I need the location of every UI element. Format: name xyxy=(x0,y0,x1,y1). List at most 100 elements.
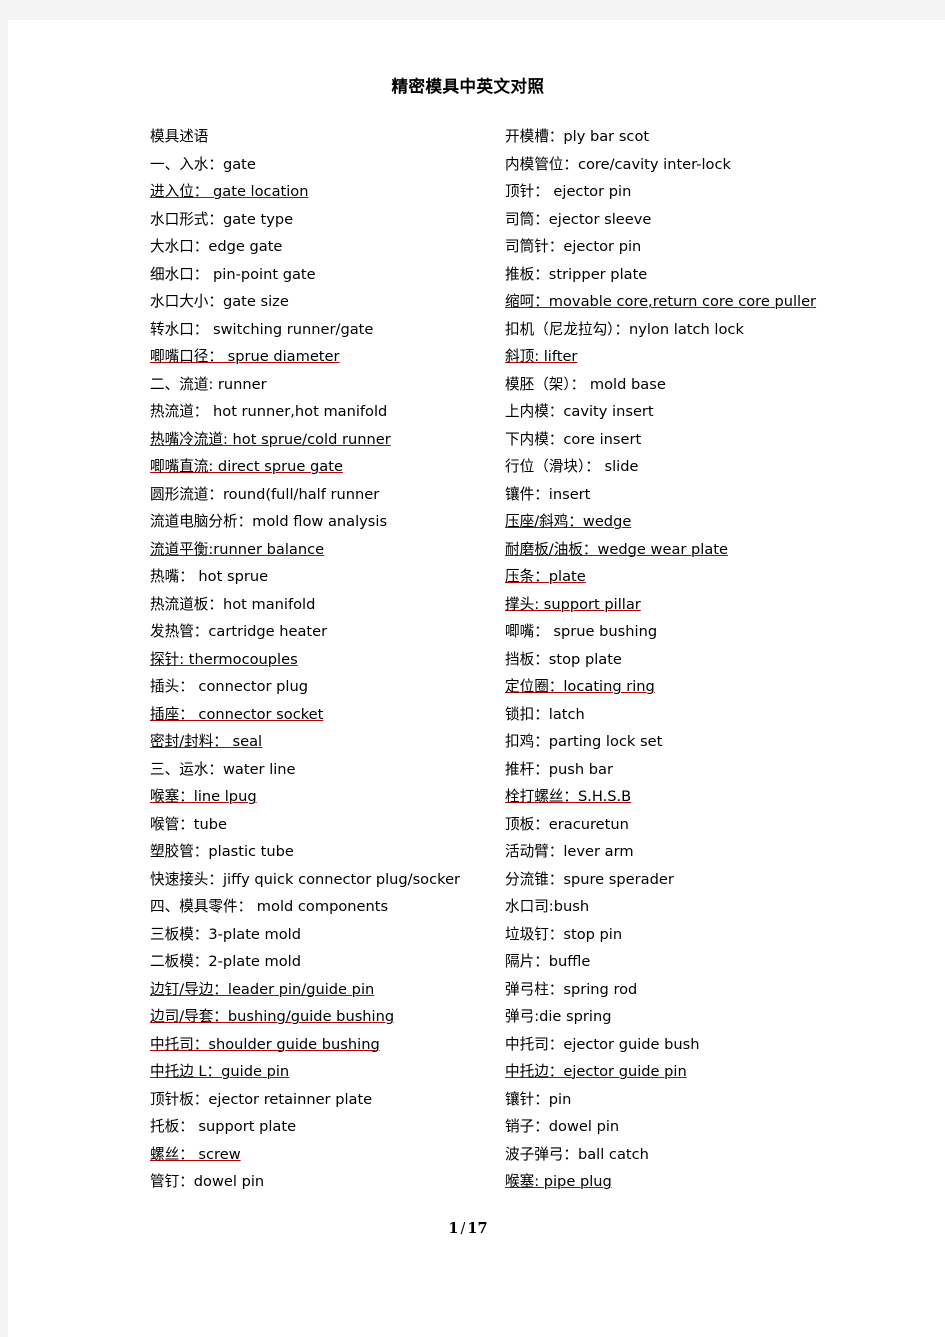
glossary-entry: 中托边：ejector guide pin xyxy=(505,1058,850,1086)
glossary-entry: 管钉：dowel pin xyxy=(150,1168,490,1196)
glossary-entry-text: 斜顶: lifter xyxy=(505,348,578,365)
glossary-entry: 上内模：cavity insert xyxy=(505,398,850,426)
glossary-entry: 喉塞: pipe plug xyxy=(505,1168,850,1196)
glossary-entry: 四、模具零件： mold components xyxy=(150,893,490,921)
glossary-entry-text: 行位（滑块）： slide xyxy=(505,458,639,475)
glossary-entry: 弹弓:die spring xyxy=(505,1003,850,1031)
glossary-entry-text: 波子弹弓：ball catch xyxy=(505,1145,649,1163)
glossary-entry-text: 销子：dowel pin xyxy=(505,1118,620,1135)
glossary-entry-text: 发热管：cartridge heater xyxy=(150,623,328,640)
glossary-entry-text: 司筒：ejector sleeve xyxy=(505,210,652,228)
glossary-entry: 三、运水：water line xyxy=(150,756,490,784)
glossary-entry-text: 缩呵：movable core,return core core puller xyxy=(505,293,817,310)
glossary-entry: 热流道板：hot manifold xyxy=(150,591,490,619)
glossary-entry: 转水口： switching runner/gate xyxy=(150,316,490,344)
glossary-entry: 边司/导套：bushing/guide bushing xyxy=(150,1003,490,1031)
glossary-entry-text: 水口司:bush xyxy=(505,898,590,915)
glossary-entry-text: 三、运水：water line xyxy=(150,760,296,778)
glossary-entry-text: 扣鸡：parting lock set xyxy=(505,733,663,750)
glossary-entry: 司筒针：ejector pin xyxy=(505,233,850,261)
glossary-entry: 弹弓柱：spring rod xyxy=(505,976,850,1004)
glossary-entry: 唧嘴： sprue bushing xyxy=(505,618,850,646)
glossary-entry: 流道电脑分析：mold flow analysis xyxy=(150,508,490,536)
glossary-entry: 行位（滑块）： slide xyxy=(505,453,850,481)
glossary-entry: 快速接头：jiffy quick connector plug/socker xyxy=(150,866,490,894)
glossary-entry-text: 细水口： pin-point gate xyxy=(150,265,316,283)
glossary-entry: 波子弹弓：ball catch xyxy=(505,1141,850,1169)
glossary-entry: 司筒：ejector sleeve xyxy=(505,206,850,234)
glossary-entry: 热嘴冷流道: hot sprue/cold runner xyxy=(150,426,490,454)
glossary-entry: 二、流道: runner xyxy=(150,371,490,399)
glossary-entry: 唧嘴直流: direct sprue gate xyxy=(150,453,490,481)
glossary-entry-text: 塑胶管：plastic tube xyxy=(150,843,294,860)
glossary-entry: 开模槽：ply bar scot xyxy=(505,123,850,151)
glossary-entry: 顶针板：ejector retainner plate xyxy=(150,1086,490,1114)
glossary-entry-text: 耐磨板/油板：wedge wear plate xyxy=(505,540,728,558)
glossary-entry-text: 热流道板：hot manifold xyxy=(150,595,316,613)
glossary-entry: 中托司：shoulder guide bushing xyxy=(150,1031,490,1059)
glossary-entry: 扣鸡：parting lock set xyxy=(505,728,850,756)
page-footer: 1/17 xyxy=(8,1220,928,1237)
glossary-entry: 中托司：ejector guide bush xyxy=(505,1031,850,1059)
glossary-entry: 内模管位：core/cavity inter-lock xyxy=(505,151,850,179)
glossary-entry-text: 唧嘴直流: direct sprue gate xyxy=(150,458,343,475)
glossary-entry: 定位圈：locating ring xyxy=(505,673,850,701)
glossary-entry: 喉管：tube xyxy=(150,811,490,839)
glossary-entry-text: 压条：plate xyxy=(505,568,586,585)
glossary-entry-text: 内模管位：core/cavity inter-lock xyxy=(505,155,731,173)
glossary-entry: 热嘴： hot sprue xyxy=(150,563,490,591)
glossary-entry: 模具述语 xyxy=(150,123,490,151)
glossary-entry-text: 四、模具零件： mold components xyxy=(150,898,389,915)
glossary-entry-text: 管钉：dowel pin xyxy=(150,1173,265,1190)
glossary-entry-text: 流道电脑分析：mold flow analysis xyxy=(150,513,388,530)
glossary-entry: 分流锥：spure sperader xyxy=(505,866,850,894)
glossary-entry-text: 挡板：stop plate xyxy=(505,650,622,668)
glossary-entry: 挡板：stop plate xyxy=(505,646,850,674)
glossary-entry: 边钉/导边：leader pin/guide pin xyxy=(150,976,490,1004)
glossary-entry-text: 司筒针：ejector pin xyxy=(505,238,642,255)
glossary-entry-text: 喉塞：line lpug xyxy=(150,788,257,805)
glossary-entry: 圆形流道：round(full/half runner xyxy=(150,481,490,509)
glossary-entry-text: 转水口： switching runner/gate xyxy=(150,320,374,338)
glossary-entry-text: 下内模：core insert xyxy=(505,430,642,448)
glossary-entry-text: 进入位： gate location xyxy=(150,183,309,200)
glossary-entry-text: 二板模：2-plate mold xyxy=(150,953,301,970)
glossary-entry: 中托边 L：guide pin xyxy=(150,1058,490,1086)
glossary-entry-text: 顶板：eracuretun xyxy=(505,815,629,833)
glossary-entry-text: 热流道： hot runner,hot manifold xyxy=(150,403,388,420)
glossary-entry-text: 边钉/导边：leader pin/guide pin xyxy=(150,980,375,998)
glossary-entry-text: 模具述语 xyxy=(150,128,209,145)
glossary-entry-text: 三板模：3-plate mold xyxy=(150,925,301,943)
glossary-entry: 喉塞：line lpug xyxy=(150,783,490,811)
glossary-entry: 销子：dowel pin xyxy=(505,1113,850,1141)
glossary-entry-text: 弹弓柱：spring rod xyxy=(505,980,638,998)
glossary-entry: 撑头: support pillar xyxy=(505,591,850,619)
glossary-entry: 模胚（架）： mold base xyxy=(505,371,850,399)
glossary-entry-text: 螺丝： screw xyxy=(150,1145,241,1163)
glossary-entry-text: 栓打螺丝：S.H.S.B xyxy=(505,788,632,805)
document-page: 精密模具中英文对照 模具述语 一、入水：gate 进入位： gate locatio… xyxy=(8,20,945,1337)
glossary-entry: 垃圾钉：stop pin xyxy=(505,921,850,949)
glossary-entry-text: 边司/导套：bushing/guide bushing xyxy=(150,1008,395,1025)
glossary-entry: 压座/斜鸡：wedge xyxy=(505,508,850,536)
glossary-entry-text: 快速接头：jiffy quick connector plug/socker xyxy=(150,870,461,888)
glossary-entry-text: 唧嘴口径： sprue diameter xyxy=(150,348,340,365)
glossary-entry-text: 喉管：tube xyxy=(150,815,227,833)
glossary-entry-text: 一、入水：gate xyxy=(150,155,256,173)
glossary-entry: 镶针：pin xyxy=(505,1086,850,1114)
glossary-entry-text: 圆形流道：round(full/half runner xyxy=(150,485,380,503)
glossary-entry-text: 弹弓:die spring xyxy=(505,1008,612,1025)
glossary-entry: 细水口： pin-point gate xyxy=(150,261,490,289)
glossary-entry-text: 隔片：buffle xyxy=(505,953,591,970)
glossary-entry-text: 中托边：ejector guide pin xyxy=(505,1063,687,1080)
glossary-entry-text: 开模槽：ply bar scot xyxy=(505,128,650,145)
glossary-entry: 一、入水：gate xyxy=(150,151,490,179)
glossary-entry-text: 锁扣：latch xyxy=(505,705,585,723)
glossary-entry-text: 热嘴： hot sprue xyxy=(150,568,269,585)
glossary-entry: 塑胶管：plastic tube xyxy=(150,838,490,866)
footer-current-page: 1 xyxy=(448,1220,459,1237)
glossary-entry: 隔片：buffle xyxy=(505,948,850,976)
glossary-entry-text: 大水口：edge gate xyxy=(150,238,283,255)
footer-total-pages: 17 xyxy=(467,1220,488,1237)
glossary-entry: 螺丝： screw xyxy=(150,1141,490,1169)
